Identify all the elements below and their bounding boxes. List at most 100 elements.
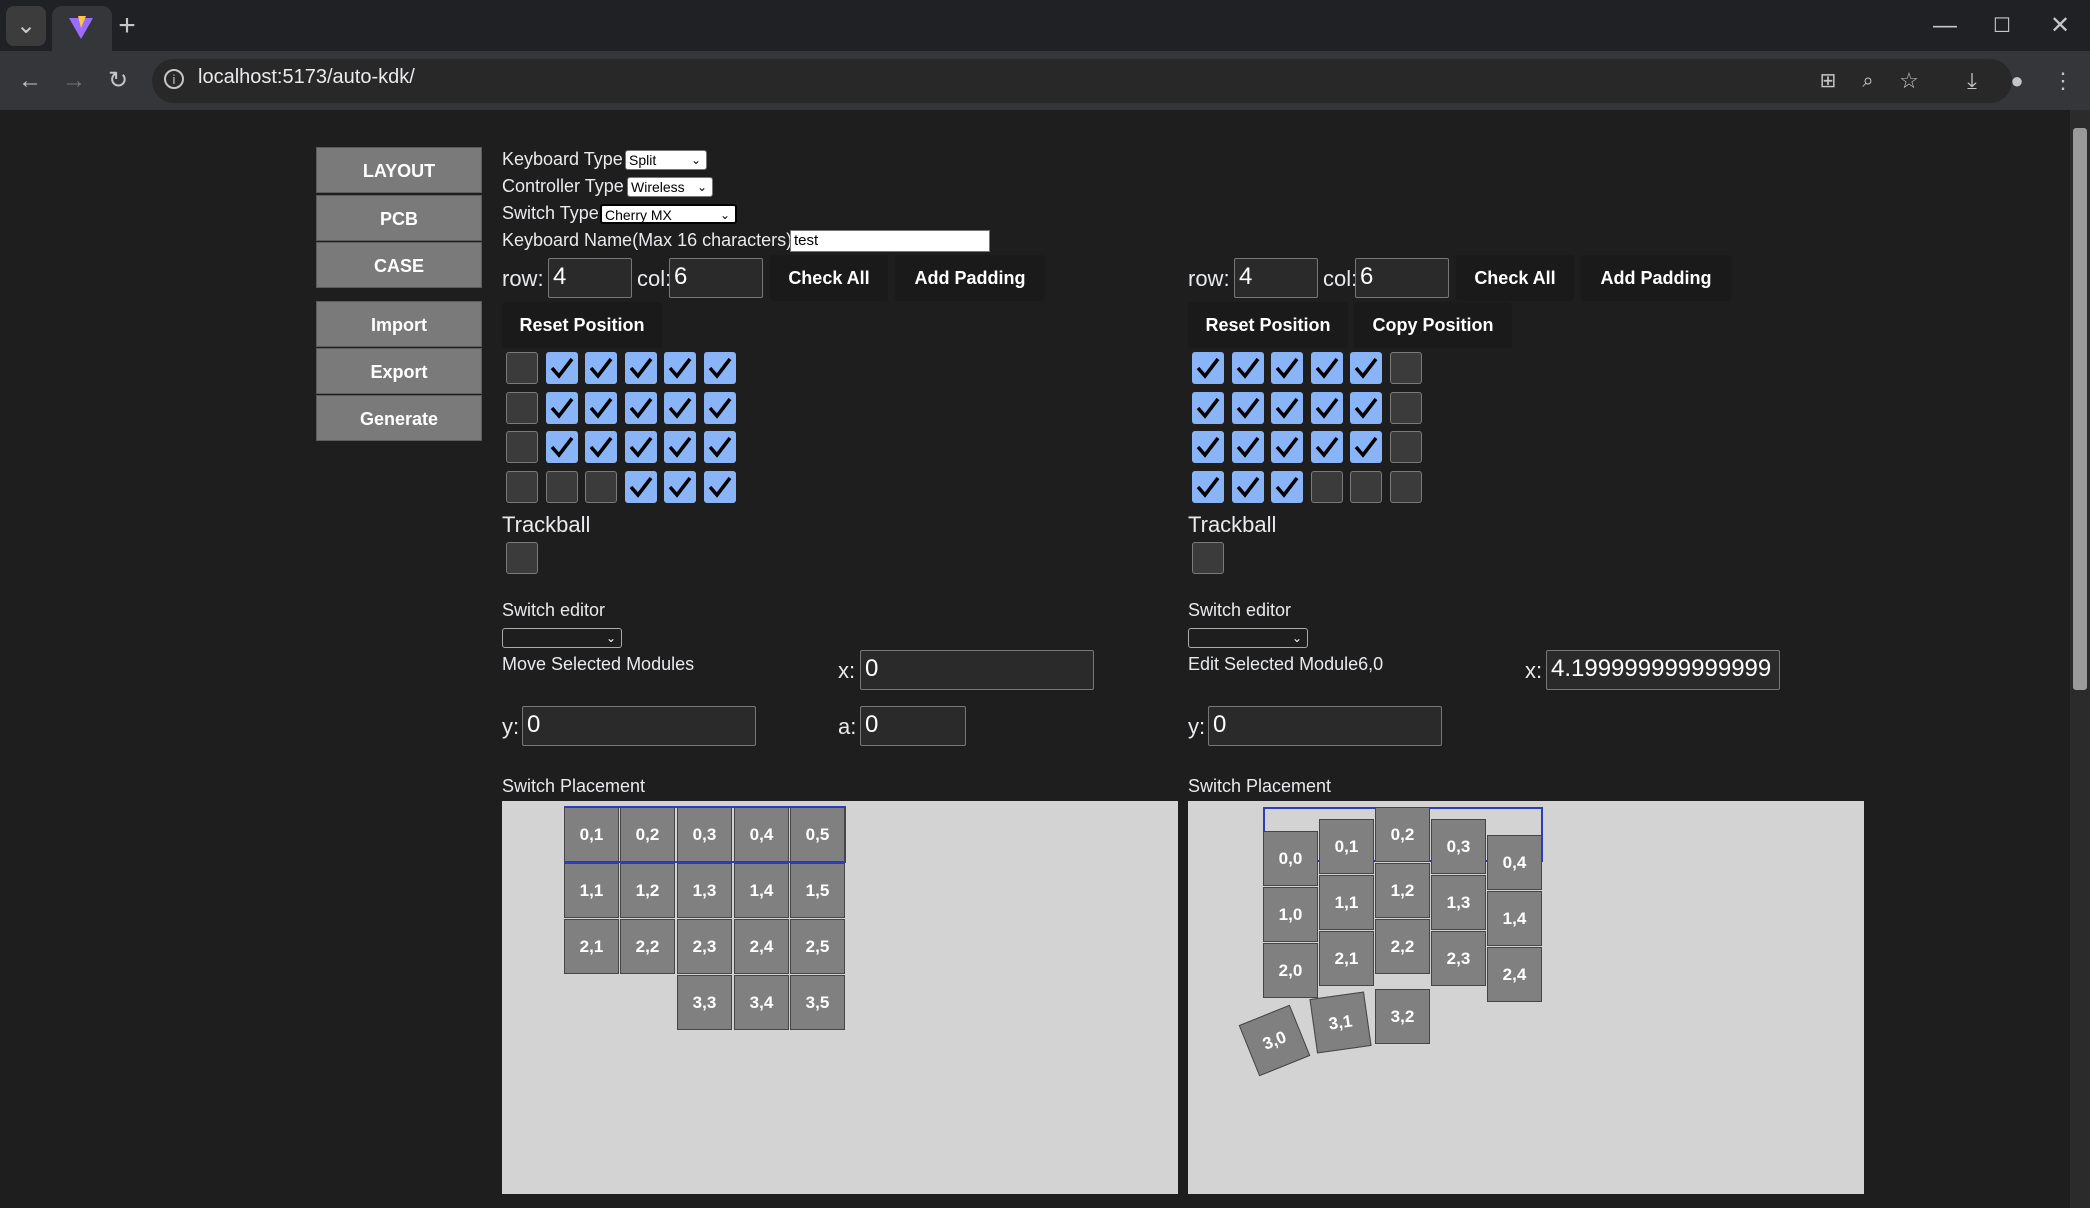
new-tab-button[interactable]: + bbox=[107, 6, 147, 46]
left-checkbox-r3-c4[interactable] bbox=[664, 470, 696, 503]
right-checkbox-r3-c5[interactable] bbox=[1389, 470, 1422, 503]
right-reset-position-button[interactable]: Reset Position bbox=[1188, 302, 1348, 348]
left-switch-key[interactable]: 3,5 bbox=[790, 975, 845, 1030]
tab-search-button[interactable]: ⌄ bbox=[6, 6, 46, 46]
download-icon[interactable]: ⤓ bbox=[1952, 61, 1992, 101]
left-switch-key[interactable]: 0,4 bbox=[734, 807, 789, 862]
right-switch-key[interactable]: 0,0 bbox=[1263, 831, 1318, 886]
right-copy-position-button[interactable]: Copy Position bbox=[1354, 302, 1512, 348]
left-checkbox-r2-c5[interactable] bbox=[703, 431, 736, 463]
left-checkbox-r3-c2[interactable] bbox=[585, 470, 617, 503]
left-y-input[interactable]: 0 bbox=[522, 706, 756, 746]
right-checkbox-r3-c4[interactable] bbox=[1350, 470, 1382, 503]
left-switch-key[interactable]: 3,3 bbox=[677, 975, 732, 1030]
left-switch-key[interactable]: 0,3 bbox=[677, 807, 732, 862]
reload-icon[interactable]: ↻ bbox=[98, 61, 138, 101]
right-checkbox-r0-c2[interactable] bbox=[1271, 352, 1303, 384]
right-switch-key[interactable]: 3,2 bbox=[1375, 989, 1430, 1044]
right-checkbox-r0-c4[interactable] bbox=[1350, 352, 1382, 384]
right-check-all-button[interactable]: Check All bbox=[1456, 255, 1574, 301]
left-switch-key[interactable]: 2,1 bbox=[564, 919, 619, 974]
url-text[interactable]: localhost:5173/auto-kdk/ bbox=[198, 66, 415, 89]
left-checkbox-r2-c2[interactable] bbox=[585, 431, 617, 463]
right-switch-key[interactable]: 2,3 bbox=[1431, 931, 1486, 986]
keyboard-name-input[interactable]: test bbox=[790, 230, 990, 252]
right-checkbox-r1-c2[interactable] bbox=[1271, 391, 1303, 424]
right-switch-key[interactable]: 1,2 bbox=[1375, 863, 1430, 918]
left-checkbox-r1-c1[interactable] bbox=[545, 391, 578, 424]
left-switch-key[interactable]: 2,4 bbox=[734, 919, 789, 974]
right-checkbox-r3-c0[interactable] bbox=[1192, 470, 1224, 503]
close-icon[interactable]: ✕ bbox=[2040, 6, 2080, 46]
right-switch-key[interactable]: 2,2 bbox=[1375, 919, 1430, 974]
bookmark-star-icon[interactable]: ☆ bbox=[1889, 61, 1929, 101]
profile-icon[interactable]: ● bbox=[1997, 61, 2037, 101]
left-checkbox-r0-c4[interactable] bbox=[664, 352, 696, 384]
left-checkbox-r0-c2[interactable] bbox=[585, 352, 617, 384]
left-checkbox-r3-c3[interactable] bbox=[624, 470, 657, 503]
switch-type-select[interactable]: Cherry MX ⌄ bbox=[600, 204, 737, 224]
right-checkbox-r2-c0[interactable] bbox=[1192, 431, 1224, 463]
address-bar[interactable] bbox=[152, 59, 2012, 103]
right-switch-key[interactable]: 1,3 bbox=[1431, 875, 1486, 930]
left-checkbox-r3-c0[interactable] bbox=[506, 470, 538, 503]
minimize-icon[interactable]: — bbox=[1925, 6, 1965, 46]
keyboard-type-select[interactable]: Split ⌄ bbox=[625, 150, 707, 170]
right-switch-key[interactable]: 3,1 bbox=[1309, 991, 1372, 1054]
right-switch-key[interactable]: 1,0 bbox=[1263, 887, 1318, 942]
export-button[interactable]: Export bbox=[316, 348, 482, 394]
right-trackball-checkbox[interactable] bbox=[1192, 542, 1224, 574]
right-switch-key[interactable]: 0,2 bbox=[1375, 807, 1430, 862]
left-switch-key[interactable]: 2,3 bbox=[677, 919, 732, 974]
right-checkbox-r3-c3[interactable] bbox=[1310, 470, 1343, 503]
site-info-icon[interactable]: i bbox=[164, 69, 184, 89]
left-switch-key[interactable]: 1,4 bbox=[734, 863, 789, 918]
left-a-input[interactable]: 0 bbox=[860, 706, 966, 746]
left-checkbox-r3-c1[interactable] bbox=[545, 470, 578, 503]
generate-button[interactable]: Generate bbox=[316, 395, 482, 441]
left-checkbox-r0-c5[interactable] bbox=[703, 352, 736, 384]
right-checkbox-r2-c2[interactable] bbox=[1271, 431, 1303, 463]
left-add-padding-button[interactable]: Add Padding bbox=[895, 255, 1045, 301]
left-checkbox-r1-c0[interactable] bbox=[506, 391, 538, 424]
left-checkbox-r2-c3[interactable] bbox=[624, 431, 657, 463]
left-switch-key[interactable]: 1,3 bbox=[677, 863, 732, 918]
left-row-input[interactable]: 4 bbox=[548, 258, 632, 298]
case-button[interactable]: CASE bbox=[316, 242, 482, 288]
left-checkbox-r0-c3[interactable] bbox=[624, 352, 657, 384]
left-switch-key[interactable]: 3,4 bbox=[734, 975, 789, 1030]
left-checkbox-r0-c1[interactable] bbox=[545, 352, 578, 384]
left-trackball-checkbox[interactable] bbox=[506, 542, 538, 574]
left-checkbox-r3-c5[interactable] bbox=[703, 470, 736, 503]
right-checkbox-r2-c3[interactable] bbox=[1310, 431, 1343, 463]
right-checkbox-r0-c1[interactable] bbox=[1231, 352, 1264, 384]
right-switch-key[interactable]: 1,1 bbox=[1319, 875, 1374, 930]
right-checkbox-r0-c0[interactable] bbox=[1192, 352, 1224, 384]
left-x-input[interactable]: 0 bbox=[860, 650, 1094, 690]
left-checkbox-r1-c2[interactable] bbox=[585, 391, 617, 424]
right-checkbox-r2-c5[interactable] bbox=[1389, 431, 1422, 463]
right-checkbox-r1-c3[interactable] bbox=[1310, 391, 1343, 424]
right-switch-key[interactable]: 0,4 bbox=[1487, 835, 1542, 890]
right-checkbox-r1-c0[interactable] bbox=[1192, 391, 1224, 424]
right-switch-editor-select[interactable]: ⌄ bbox=[1188, 628, 1308, 648]
pcb-button[interactable]: PCB bbox=[316, 195, 482, 241]
forward-arrow-icon[interactable]: → bbox=[54, 61, 94, 101]
right-checkbox-r2-c4[interactable] bbox=[1350, 431, 1382, 463]
left-reset-position-button[interactable]: Reset Position bbox=[502, 302, 662, 348]
right-switch-key[interactable]: 2,1 bbox=[1319, 931, 1374, 986]
left-checkbox-r2-c0[interactable] bbox=[506, 431, 538, 463]
zoom-icon[interactable]: ⌕ bbox=[1848, 61, 1888, 101]
left-switch-key[interactable]: 1,1 bbox=[564, 863, 619, 918]
left-switch-key[interactable]: 1,2 bbox=[620, 863, 675, 918]
left-checkbox-r0-c0[interactable] bbox=[506, 352, 538, 384]
left-check-all-button[interactable]: Check All bbox=[770, 255, 888, 301]
right-checkbox-r3-c2[interactable] bbox=[1271, 470, 1303, 503]
left-checkbox-r1-c5[interactable] bbox=[703, 391, 736, 424]
right-switch-key[interactable]: 1,4 bbox=[1487, 891, 1542, 946]
right-add-padding-button[interactable]: Add Padding bbox=[1581, 255, 1731, 301]
left-switch-key[interactable]: 0,2 bbox=[620, 807, 675, 862]
right-switch-key[interactable]: 2,0 bbox=[1263, 943, 1318, 998]
right-row-input[interactable]: 4 bbox=[1234, 258, 1318, 298]
left-switch-key[interactable]: 0,1 bbox=[564, 807, 619, 862]
